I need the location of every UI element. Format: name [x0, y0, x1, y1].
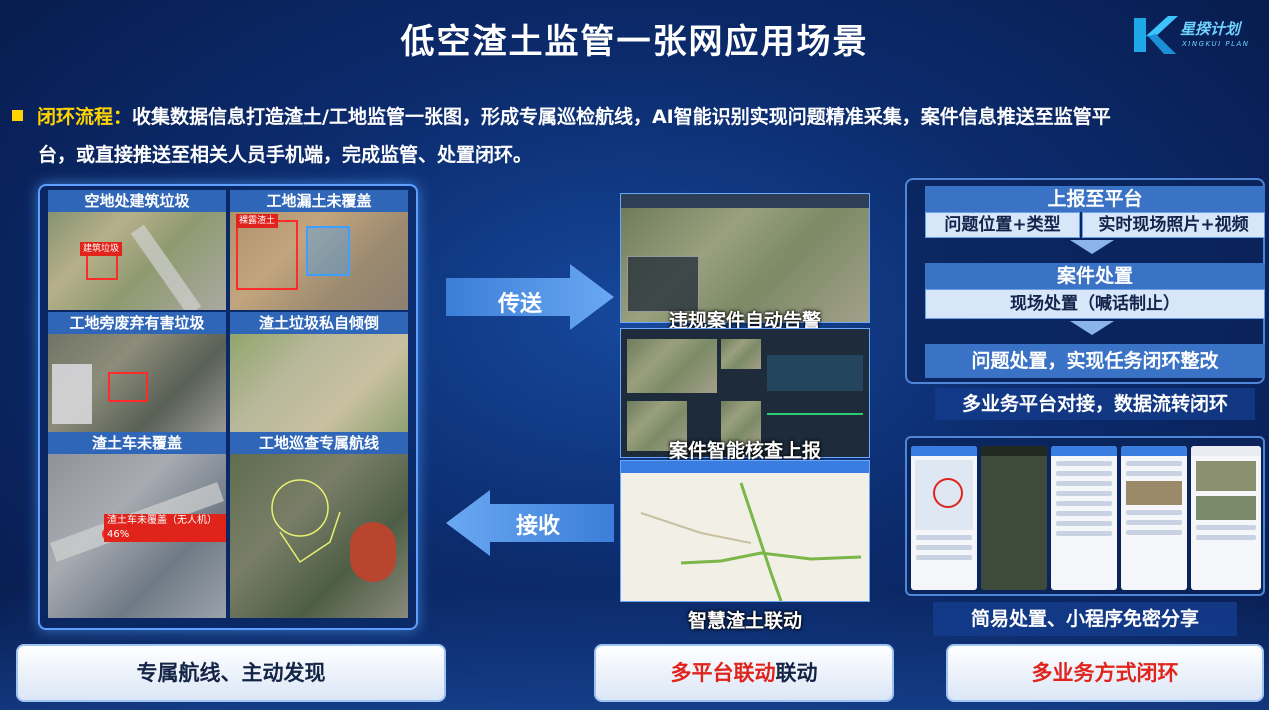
intro-line-1: 闭环流程：收集数据信息打造渣土/工地监管一张图，形成专属巡检航线，AI智能识别实… [12, 98, 1257, 136]
logo-name-cn: 星揆计划 [1180, 20, 1241, 38]
scene-grid-panel: 建筑垃圾 空地处建筑垃圾 裸露渣土 工地漏土未覆盖 工地旁废弃有害垃圾 渣土垃圾… [38, 184, 418, 630]
scene-image-patrol-route: 工地巡查专属航线 [230, 432, 408, 618]
card-linkage-rest: 联动 [775, 661, 818, 685]
scene-caption: 渣土车未覆盖 [48, 432, 226, 454]
card-multi-business-loop: 多业务方式闭环 [946, 644, 1264, 702]
card-multi-platform-linkage: 多平台联动联动 [594, 644, 894, 702]
scene-caption: 空地处建筑垃圾 [48, 190, 226, 212]
detection-label: 裸露渣土 [236, 214, 279, 228]
detection-box [86, 254, 118, 280]
phone-screen-list [1051, 446, 1117, 590]
card-linkage-highlight: 多平台联动 [670, 661, 776, 685]
scene-image-hazardous-waste: 工地旁废弃有害垃圾 [48, 312, 226, 432]
intro-paragraph: 闭环流程：收集数据信息打造渣土/工地监管一张图，形成专属巡检航线，AI智能识别实… [12, 98, 1257, 174]
send-label: 传送 [497, 292, 542, 317]
scene-caption: 渣土垃圾私自倾倒 [230, 312, 408, 334]
map-route-icon [640, 482, 862, 601]
linkage-caption: 智慧渣土联动 [687, 610, 802, 632]
intro-text-1: 收集数据信息打造渣土/工地监管一张图，形成专属巡检航线，AI智能识别实现问题精准… [132, 106, 1111, 128]
phone-screen-aerial [981, 446, 1047, 590]
mobile-caption: 简易处置、小程序免密分享 [933, 602, 1237, 636]
detection-label: 建筑垃圾 [80, 242, 123, 256]
receive-label: 接收 [515, 514, 560, 539]
flow-task-closed-loop: 问题处置，实现任务闭环整改 [925, 344, 1265, 378]
detection-area [306, 226, 350, 276]
intro-line-2: 台，或直接推送至相关人员手机端，完成监管、处置闭环。 [38, 144, 533, 166]
phone-screen-details [1121, 446, 1187, 590]
mobile-screens-panel [905, 436, 1265, 596]
detection-box [236, 220, 298, 290]
square-bullet-icon [12, 110, 23, 121]
flow-report-location-type: 问题位置+类型 [925, 212, 1080, 238]
logo-name-en: XINGKUI PLAN [1182, 40, 1250, 48]
phone-screen-map [911, 446, 977, 590]
scene-image-construction-waste: 建筑垃圾 空地处建筑垃圾 [48, 190, 226, 310]
card-dedicated-route: 专属航线、主动发现 [16, 644, 446, 702]
scene-image-exposed-soil: 裸露渣土 工地漏土未覆盖 [230, 190, 408, 310]
k-logo-icon [1134, 16, 1178, 54]
muck-linkage-map-screenshot [620, 460, 870, 602]
brand-logo: 星揆计划 XINGKUI PLAN [1132, 14, 1250, 58]
flow-report-to-platform: 上报至平台 [925, 186, 1265, 212]
intro-keyword: 闭环流程： [37, 106, 133, 128]
flow-down-arrow-icon [1070, 321, 1114, 335]
scene-caption: 工地漏土未覆盖 [230, 190, 408, 212]
scene-image-illegal-dumping: 渣土垃圾私自倾倒 [230, 312, 408, 432]
scene-caption: 工地巡查专属航线 [230, 432, 408, 454]
flow-onsite-handling: 现场处置（喊话制止） [925, 289, 1265, 319]
flight-route-icon [271, 479, 341, 564]
flow-case-handling: 案件处置 [925, 263, 1265, 289]
detection-label: 渣土车未覆盖（无人机）46% [104, 514, 226, 542]
page-title: 低空渣土监管一张网应用场景 [400, 22, 869, 62]
flow-report-photo-video: 实时现场照片+视频 [1082, 212, 1265, 238]
flow-down-arrow-icon [1070, 240, 1114, 254]
detection-box [108, 372, 148, 402]
phone-screen-chat [1191, 446, 1261, 590]
alert-platform-screenshot [620, 193, 870, 323]
verification-caption: 案件智能核查上报 [668, 440, 821, 462]
multi-platform-caption: 多业务平台对接，数据流转闭环 [935, 388, 1255, 420]
scene-image-uncovered-truck: 渣土车未覆盖（无人机）46% 渣土车未覆盖 [48, 432, 226, 618]
scene-caption: 工地旁废弃有害垃圾 [48, 312, 226, 334]
